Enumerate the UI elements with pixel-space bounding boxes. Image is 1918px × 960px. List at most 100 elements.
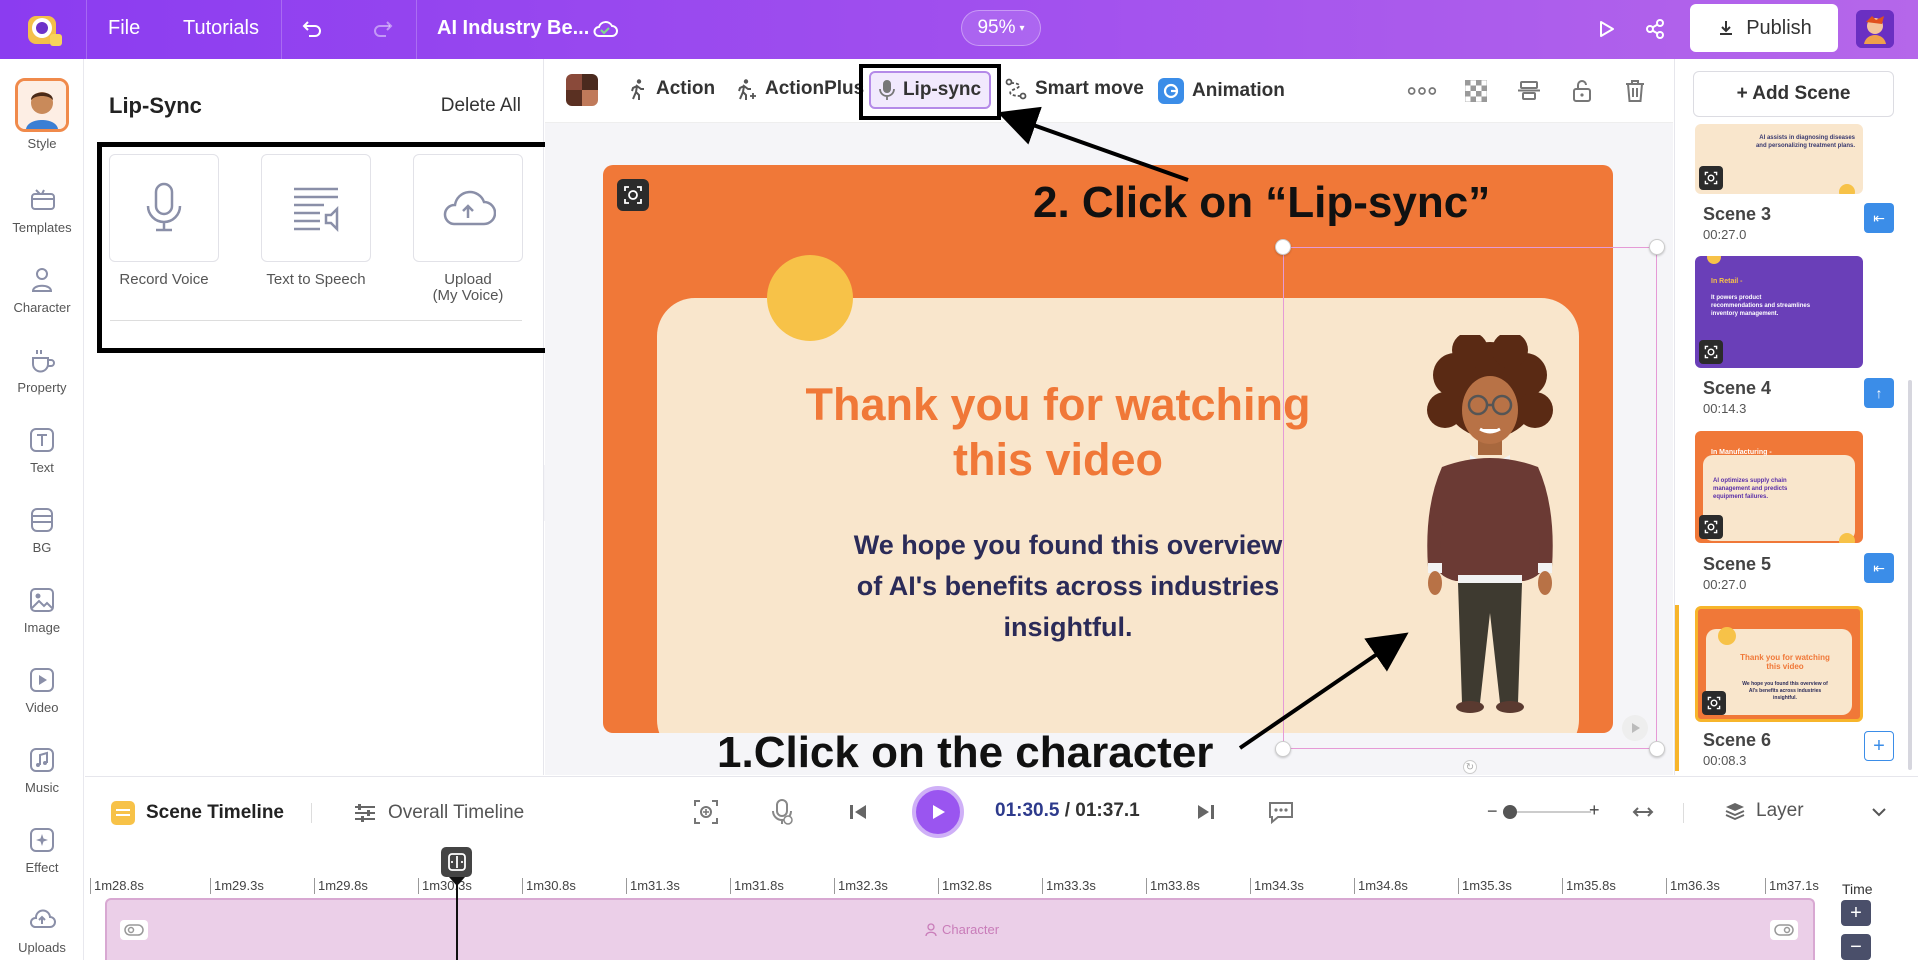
layer-button[interactable]: Layer	[1724, 800, 1804, 822]
rotate-icon[interactable]: ↻	[1463, 760, 1477, 774]
nav-character[interactable]: Character	[0, 264, 84, 315]
nav-style[interactable]: Style	[0, 78, 84, 151]
transparency-icon[interactable]	[1461, 76, 1491, 106]
scene-duration: 00:14.3	[1703, 401, 1747, 416]
annotation-step-1: 1.Click on the character	[717, 728, 1214, 777]
action-button[interactable]: Action	[626, 78, 715, 100]
publish-button[interactable]: Publish	[1690, 4, 1838, 52]
smart-move-button[interactable]: Smart move	[1005, 78, 1144, 100]
zoom-value: 95%	[977, 17, 1016, 38]
nav-uploads[interactable]: Uploads	[0, 904, 84, 955]
download-icon	[1720, 21, 1733, 35]
nav-image[interactable]: Image	[0, 584, 84, 635]
nav-templates[interactable]: Templates	[0, 184, 84, 235]
skip-back-icon[interactable]	[843, 797, 873, 827]
camera-icon[interactable]	[1699, 166, 1723, 190]
scenes-scrollbar[interactable]	[1908, 380, 1912, 770]
yellow-circle-shape[interactable]	[767, 255, 853, 341]
redo-icon[interactable]	[368, 14, 398, 44]
record-voice-card[interactable]	[109, 154, 219, 262]
transition-icon[interactable]: ↑	[1864, 378, 1894, 408]
remove-track-button[interactable]: −	[1841, 934, 1871, 960]
camera-icon[interactable]	[1699, 515, 1723, 539]
chevron-down-icon: ▾	[1019, 22, 1025, 34]
nav-bg[interactable]: BG	[0, 504, 84, 555]
slide-title[interactable]: Thank you for watching this video	[773, 377, 1343, 487]
user-avatar[interactable]	[1856, 10, 1894, 48]
track-end-handle-icon[interactable]	[1770, 920, 1798, 940]
running-figure-plus-icon	[738, 79, 756, 100]
scene-thumbnail[interactable]: AI assists in diagnosing diseases and pe…	[1695, 124, 1863, 194]
active-scene-indicator	[1675, 605, 1679, 771]
app-logo-icon[interactable]	[22, 8, 66, 52]
microphone-icon	[146, 182, 182, 232]
undo-icon[interactable]	[297, 14, 327, 44]
camera-icon[interactable]	[1699, 340, 1723, 364]
scene-thumbnail[interactable]: In Retail - It powers product recommenda…	[1695, 256, 1863, 368]
slide-subtitle[interactable]: We hope you found this overview of AI's …	[853, 525, 1283, 648]
chevron-down-icon[interactable]	[1864, 797, 1894, 827]
microphone-settings-icon[interactable]	[767, 797, 797, 827]
delete-trash-icon[interactable]	[1620, 76, 1650, 106]
animation-button[interactable]: Animation	[1158, 78, 1285, 104]
resize-handle[interactable]	[1275, 239, 1291, 255]
project-title[interactable]: AI Industry Be...	[437, 17, 589, 40]
resize-handle[interactable]	[1275, 741, 1291, 757]
camera-add-icon[interactable]	[691, 797, 721, 827]
share-icon[interactable]	[1640, 14, 1670, 44]
character-selection-box[interactable]	[1283, 247, 1657, 749]
fit-width-icon[interactable]	[1628, 797, 1658, 827]
layers-bg-icon	[31, 508, 53, 532]
color-swatch[interactable]	[566, 74, 598, 106]
track-start-handle-icon[interactable]	[120, 920, 148, 940]
delete-all-button[interactable]: Delete All	[441, 95, 521, 117]
align-icon[interactable]	[1514, 76, 1544, 106]
thumb-shape	[1718, 627, 1736, 645]
play-preview-icon[interactable]	[1622, 715, 1648, 741]
unlock-icon[interactable]	[1567, 76, 1597, 106]
resize-handle[interactable]	[1649, 741, 1665, 757]
playhead-handle-icon[interactable]	[441, 847, 472, 877]
upload-voice-card[interactable]	[413, 154, 523, 262]
music-icon	[30, 748, 54, 772]
file-menu[interactable]: File	[108, 17, 140, 40]
thumb-title: In Retail -	[1711, 278, 1743, 285]
zoom-dropdown[interactable]: 95% ▾	[961, 10, 1041, 46]
resize-handle[interactable]	[1649, 239, 1665, 255]
nav-video[interactable]: Video	[0, 664, 84, 715]
playhead[interactable]	[456, 880, 458, 960]
tutorials-menu[interactable]: Tutorials	[183, 17, 259, 40]
text-to-speech-card[interactable]	[261, 154, 371, 262]
top-bar	[0, 0, 1918, 59]
skip-forward-icon[interactable]	[1191, 797, 1221, 827]
scene-thumbnail[interactable]: In Manufacturing - AI optimizes supply c…	[1695, 431, 1863, 543]
thumb-shape	[1839, 184, 1855, 194]
transition-icon[interactable]: ⇤	[1864, 203, 1894, 233]
camera-icon[interactable]	[617, 179, 649, 211]
image-icon	[30, 588, 54, 612]
overall-timeline-tab[interactable]: Overall Timeline	[352, 800, 524, 826]
camera-icon[interactable]	[1702, 691, 1726, 715]
sliders-icon	[355, 804, 375, 822]
nav-effect[interactable]: Effect	[0, 824, 84, 875]
nav-music[interactable]: Music	[0, 744, 84, 795]
subtitles-icon[interactable]	[1266, 797, 1296, 827]
add-track-button[interactable]: +	[1841, 900, 1871, 926]
scene-timeline-tab[interactable]: Scene Timeline	[110, 800, 284, 826]
preview-play-icon[interactable]	[1591, 14, 1621, 44]
play-icon	[933, 805, 945, 819]
nav-text[interactable]: Text	[0, 424, 84, 475]
divider	[110, 320, 522, 321]
more-options-icon[interactable]	[1407, 76, 1437, 106]
slider-thumb[interactable]	[1503, 805, 1517, 819]
scene-thumbnail-active[interactable]: Thank you for watching this video We hop…	[1695, 606, 1863, 722]
nav-property[interactable]: Property	[0, 344, 84, 395]
transition-icon[interactable]: ⇤	[1864, 553, 1894, 583]
divider	[1683, 803, 1684, 823]
play-button[interactable]	[912, 786, 964, 838]
actionplus-button[interactable]: ActionPlus	[733, 78, 864, 100]
add-scene-button[interactable]: + Add Scene	[1693, 71, 1894, 117]
zoom-in-icon[interactable]: +	[1589, 800, 1600, 821]
add-transition-button[interactable]: +	[1864, 731, 1894, 761]
zoom-out-icon[interactable]: −	[1487, 801, 1498, 822]
